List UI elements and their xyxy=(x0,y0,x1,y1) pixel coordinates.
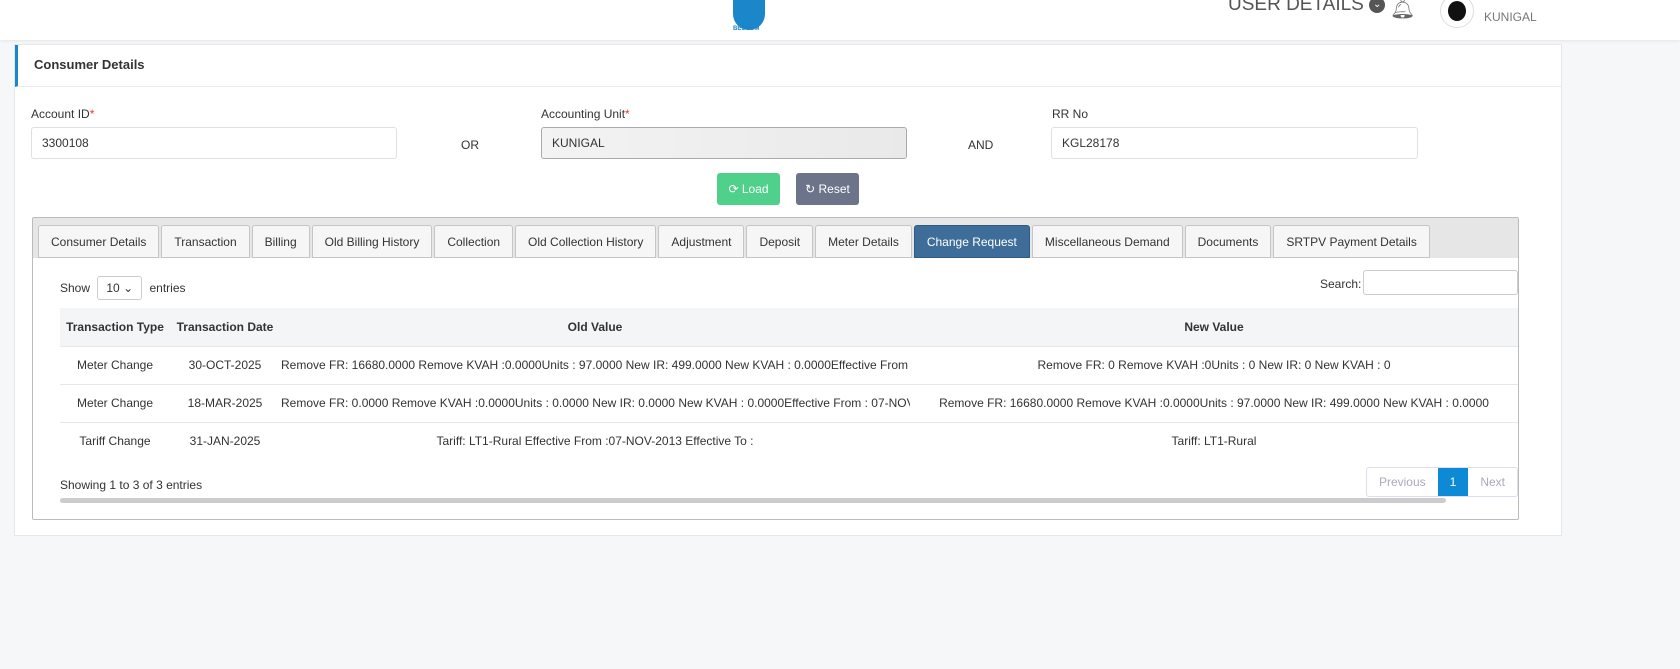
show-label: Show xyxy=(60,281,91,295)
rr-no-input[interactable]: KGL28178 xyxy=(1051,127,1418,159)
search-input[interactable] xyxy=(1363,270,1518,295)
user-details-label: USER DETAILS xyxy=(1228,0,1364,15)
accounting-unit-select[interactable]: KUNIGAL xyxy=(541,127,907,159)
column-header[interactable]: Transaction Type xyxy=(60,308,170,346)
entries-label: entries xyxy=(149,281,186,295)
user-location: KUNIGAL xyxy=(1484,10,1537,24)
tab-old-billing-history[interactable]: Old Billing History xyxy=(311,225,433,258)
tab-transaction[interactable]: Transaction xyxy=(161,225,250,258)
tab-deposit[interactable]: Deposit xyxy=(746,225,814,258)
table-cell: Meter Change xyxy=(60,383,170,422)
table-cell: Remove FR: 0 Remove KVAH :0Units : 0 New… xyxy=(910,345,1518,384)
load-label: Load xyxy=(741,182,769,196)
tab-adjustment[interactable]: Adjustment xyxy=(658,225,745,258)
table-cell: 30-OCT-2025 xyxy=(170,345,280,384)
table-info: Showing 1 to 3 of 3 entries xyxy=(60,478,203,492)
tab-consumer-details[interactable]: Consumer Details xyxy=(38,225,160,258)
column-header[interactable]: New Value xyxy=(910,308,1518,346)
user-details-menu[interactable]: USER DETAILS ⌄ xyxy=(1228,0,1386,16)
tab-collection[interactable]: Collection xyxy=(434,225,514,258)
table-cell: Remove FR: 16680.0000 Remove KVAH :0.000… xyxy=(910,383,1518,422)
tab-srtpv-payment-details[interactable]: SRTPV Payment Details xyxy=(1273,225,1430,258)
tab-meter-details[interactable]: Meter Details xyxy=(815,225,912,258)
and-label: AND xyxy=(968,138,994,152)
consumer-details-card: Consumer Details Account ID* 3300108 OR … xyxy=(14,44,1562,536)
search-label: Search: xyxy=(1320,277,1362,291)
column-header[interactable]: Old Value xyxy=(280,308,910,346)
table-header: Transaction Type Transaction Date Old Valu… xyxy=(60,308,1518,346)
or-label: OR xyxy=(461,138,479,152)
table-cell: Remove FR: 16680.0000 Remove KVAH :0.000… xyxy=(280,345,910,384)
label-text: Accounting Unit xyxy=(541,107,626,121)
change-request-table: Transaction Type Transaction Date Old Valu… xyxy=(60,308,1518,460)
required-mark: * xyxy=(625,107,630,121)
pagination: Previous 1 Next xyxy=(1365,467,1518,497)
table-cell: Tariff: LT1-Rural Effective From :07-NOV… xyxy=(280,421,910,460)
logo-text: BESCOM xyxy=(733,26,760,32)
table-cell: Meter Change xyxy=(60,345,170,384)
bell-icon[interactable]: 🔔︎ xyxy=(1390,0,1415,21)
reset-button[interactable]: ↻ Reset xyxy=(796,173,859,205)
table-cell: 18-MAR-2025 xyxy=(170,383,280,422)
label-text: Account ID xyxy=(31,107,90,121)
table-row: Meter Change 30-OCT-2025 Remove FR: 16680.… xyxy=(60,345,1518,384)
required-mark: * xyxy=(89,107,95,121)
account-id-label: Account ID* xyxy=(31,107,94,121)
entries-value: 10 xyxy=(106,281,120,295)
account-id-input[interactable]: 3300108 xyxy=(31,127,397,159)
chevron-down-icon: ⌄ xyxy=(1369,0,1386,13)
avatar[interactable] xyxy=(1440,0,1474,28)
next-button[interactable]: Next xyxy=(1468,468,1517,496)
tab-old-collection-history[interactable]: Old Collection History xyxy=(515,225,657,258)
tab-documents[interactable]: Documents xyxy=(1184,225,1272,258)
previous-button[interactable]: Previous xyxy=(1367,468,1438,496)
entries-control: Show 10 ⌄ entries xyxy=(60,276,186,300)
rr-no-label: RR No xyxy=(1052,107,1089,121)
tab-change-request[interactable]: Change Request xyxy=(913,225,1030,258)
card-title: Consumer Details xyxy=(15,45,1561,87)
column-header[interactable]: Transaction Date xyxy=(170,308,280,346)
entries-select[interactable]: 10 ⌄ xyxy=(97,276,143,300)
table-row: Tariff Change 31-JAN-2025 Tariff: LT1-Rura… xyxy=(60,421,1518,460)
table-cell: Tariff: LT1-Rural xyxy=(910,421,1518,460)
table-row: Meter Change 18-MAR-2025 Remove FR: 0.0000… xyxy=(60,383,1518,422)
tab-panel: Consumer Details Transaction Billing Old Bi… xyxy=(32,217,1519,520)
page-1-button[interactable]: 1 xyxy=(1437,468,1469,496)
table-cell: Remove FR: 0.0000 Remove KVAH :0.0000Uni… xyxy=(280,383,910,422)
tab-miscellaneous-demand[interactable]: Miscellaneous Demand xyxy=(1031,225,1183,258)
horizontal-scrollbar[interactable] xyxy=(60,498,1446,503)
tab-bar: Consumer Details Transaction Billing Old Bi… xyxy=(33,218,1518,258)
load-button[interactable]: ⟳ Load xyxy=(717,173,780,205)
top-bar: BESCOM USER DETAILS ⌄ 🔔︎ KUNIGAL xyxy=(0,0,1680,40)
tab-billing[interactable]: Billing xyxy=(251,225,310,258)
accounting-unit-label: Accounting Unit* xyxy=(541,107,630,121)
table-cell: 31-JAN-2025 xyxy=(170,421,280,460)
reset-label: Reset xyxy=(818,182,850,196)
table-cell: Tariff Change xyxy=(60,421,170,460)
